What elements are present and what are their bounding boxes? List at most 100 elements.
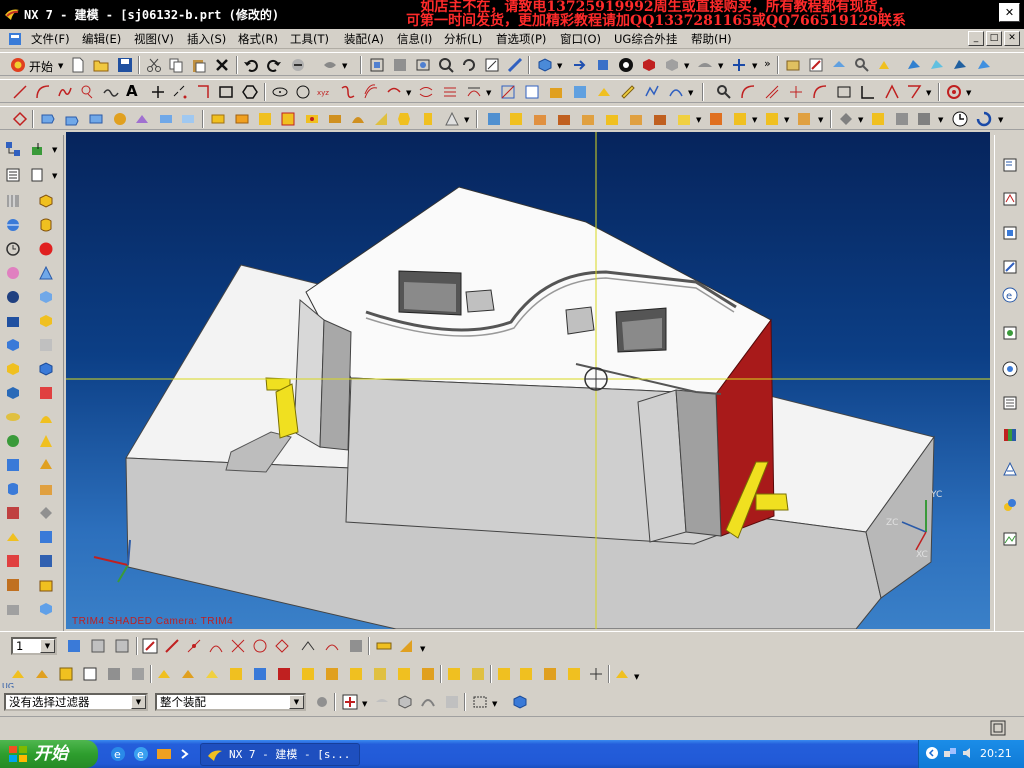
block-icon[interactable] bbox=[38, 193, 54, 209]
delete-face-icon[interactable] bbox=[838, 111, 854, 127]
project-curve-icon[interactable] bbox=[442, 84, 458, 100]
menu-edit[interactable]: 编辑(E) bbox=[82, 31, 121, 47]
menu-file[interactable]: 文件(F) bbox=[31, 31, 70, 47]
law-curve-icon[interactable]: xyz bbox=[317, 84, 333, 100]
layer-category-icon[interactable] bbox=[114, 638, 130, 654]
visual-report-icon[interactable] bbox=[566, 666, 582, 682]
offset-surface-icon[interactable] bbox=[5, 385, 21, 401]
point-on-face-icon[interactable] bbox=[348, 638, 364, 654]
menu-format[interactable]: 格式(R) bbox=[238, 31, 278, 47]
extrude-icon[interactable] bbox=[40, 111, 56, 127]
tray-collapse-icon[interactable] bbox=[925, 746, 939, 760]
background-icon[interactable] bbox=[697, 57, 713, 73]
hole-icon[interactable] bbox=[304, 111, 320, 127]
menu-assemblies[interactable]: 装配(A) bbox=[344, 31, 384, 47]
snap-point-icon[interactable] bbox=[142, 638, 158, 654]
boss-icon[interactable] bbox=[327, 111, 343, 127]
zone-icon[interactable] bbox=[496, 666, 512, 682]
assembly-constraints-icon[interactable] bbox=[156, 666, 172, 682]
product-outline-icon[interactable] bbox=[420, 666, 436, 682]
select-edges-icon[interactable] bbox=[420, 694, 436, 710]
pad-icon[interactable] bbox=[373, 111, 389, 127]
intersection-point-icon[interactable] bbox=[230, 638, 246, 654]
edge-blend-icon[interactable] bbox=[210, 111, 226, 127]
offset-region-icon[interactable] bbox=[870, 111, 886, 127]
menu-ug-plugin[interactable]: UG综合外挂 bbox=[614, 31, 677, 47]
general-selection-icon[interactable] bbox=[342, 694, 358, 710]
selection-settings-icon[interactable] bbox=[314, 694, 330, 710]
unite-icon[interactable] bbox=[158, 111, 174, 127]
target-icon[interactable] bbox=[946, 84, 962, 100]
arrangement-icon[interactable] bbox=[542, 666, 558, 682]
replace-component-icon[interactable] bbox=[106, 666, 122, 682]
fullscreen-icon[interactable] bbox=[990, 720, 1006, 736]
menu-analysis[interactable]: 分析(L) bbox=[444, 31, 482, 47]
groove-icon[interactable] bbox=[420, 111, 436, 127]
tube-icon[interactable] bbox=[112, 111, 128, 127]
cut-icon[interactable] bbox=[146, 57, 162, 73]
box-3d-icon[interactable] bbox=[38, 601, 54, 617]
history-icon[interactable] bbox=[5, 241, 21, 257]
hide-icon[interactable] bbox=[877, 57, 893, 73]
pan-icon[interactable] bbox=[484, 57, 500, 73]
point-set-icon[interactable] bbox=[172, 84, 188, 100]
taskbar-nx-window[interactable]: NX 7 - 建模 - [s... bbox=[200, 743, 360, 766]
sequence-icon[interactable] bbox=[276, 666, 292, 682]
slot-icon[interactable] bbox=[396, 111, 412, 127]
sweep-surface-icon[interactable] bbox=[5, 433, 21, 449]
start-menu-button[interactable]: 开始 bbox=[29, 58, 53, 75]
menu-information[interactable]: 信息(I) bbox=[397, 31, 432, 47]
windows-start-button[interactable]: 开始 bbox=[0, 740, 98, 768]
chamfer-icon[interactable] bbox=[234, 111, 250, 127]
show-icon[interactable] bbox=[906, 57, 922, 73]
zoom-window-icon[interactable] bbox=[392, 57, 408, 73]
isoparametric-icon[interactable] bbox=[548, 84, 564, 100]
sketch-circle-icon[interactable] bbox=[812, 84, 828, 100]
open-folder-icon[interactable] bbox=[93, 57, 109, 73]
bom-icon[interactable] bbox=[470, 666, 486, 682]
move-component-icon[interactable] bbox=[130, 666, 146, 682]
shaded-icon[interactable] bbox=[618, 57, 634, 73]
ruled-surface-icon[interactable] bbox=[5, 409, 21, 425]
curve-through-points-icon[interactable] bbox=[80, 84, 96, 100]
sweep-icon[interactable] bbox=[88, 111, 104, 127]
measure-distance-icon[interactable] bbox=[376, 638, 392, 654]
chevron-down-icon[interactable]: ▼ bbox=[40, 639, 55, 653]
resize-face-icon[interactable] bbox=[796, 111, 812, 127]
selection-scope-combo[interactable]: 整个装配 ▼ bbox=[155, 693, 306, 711]
history-tab-icon[interactable] bbox=[1002, 325, 1018, 341]
patch-body-icon[interactable] bbox=[628, 111, 644, 127]
view-front-icon[interactable] bbox=[595, 57, 611, 73]
menu-window[interactable]: 窗口(O) bbox=[560, 31, 601, 47]
new-sheet-icon[interactable] bbox=[30, 167, 46, 183]
join-curve-icon[interactable] bbox=[418, 84, 434, 100]
select-faces-icon[interactable] bbox=[444, 694, 460, 710]
clock-icon[interactable] bbox=[952, 111, 968, 127]
wcs-icon[interactable] bbox=[731, 57, 747, 73]
orient-view-icon[interactable] bbox=[572, 57, 588, 73]
chevron-down-icon[interactable]: ▼ bbox=[289, 695, 304, 709]
point-icon[interactable] bbox=[150, 84, 166, 100]
law-extension-icon[interactable] bbox=[38, 505, 54, 521]
volume-tray-icon[interactable] bbox=[961, 746, 975, 760]
wrap-curve-icon[interactable] bbox=[572, 84, 588, 100]
type-filter-combo[interactable]: 没有选择过滤器 ▼ bbox=[4, 693, 148, 711]
subtract-icon[interactable] bbox=[180, 111, 196, 127]
revolve-icon[interactable] bbox=[64, 111, 80, 127]
extrude-face-icon[interactable] bbox=[38, 289, 54, 305]
layer-box-icon[interactable] bbox=[5, 361, 21, 377]
reuse-library-icon[interactable] bbox=[5, 193, 21, 209]
basic-curves-icon[interactable] bbox=[196, 84, 212, 100]
part-nav-tab-icon[interactable] bbox=[1002, 225, 1018, 241]
studio-surface-icon[interactable] bbox=[38, 433, 54, 449]
select-bodies-icon[interactable] bbox=[397, 694, 413, 710]
wave-link-icon[interactable] bbox=[348, 666, 364, 682]
line-icon[interactable] bbox=[12, 84, 28, 100]
sketch-trim-icon[interactable] bbox=[884, 84, 900, 100]
display-and-hide-icon[interactable] bbox=[228, 666, 244, 682]
sketch-line-icon[interactable] bbox=[764, 84, 780, 100]
layer-visible-icon[interactable] bbox=[808, 57, 824, 73]
sew-icon[interactable] bbox=[652, 111, 668, 127]
arc-icon[interactable] bbox=[35, 84, 51, 100]
split-body-icon[interactable] bbox=[508, 111, 524, 127]
